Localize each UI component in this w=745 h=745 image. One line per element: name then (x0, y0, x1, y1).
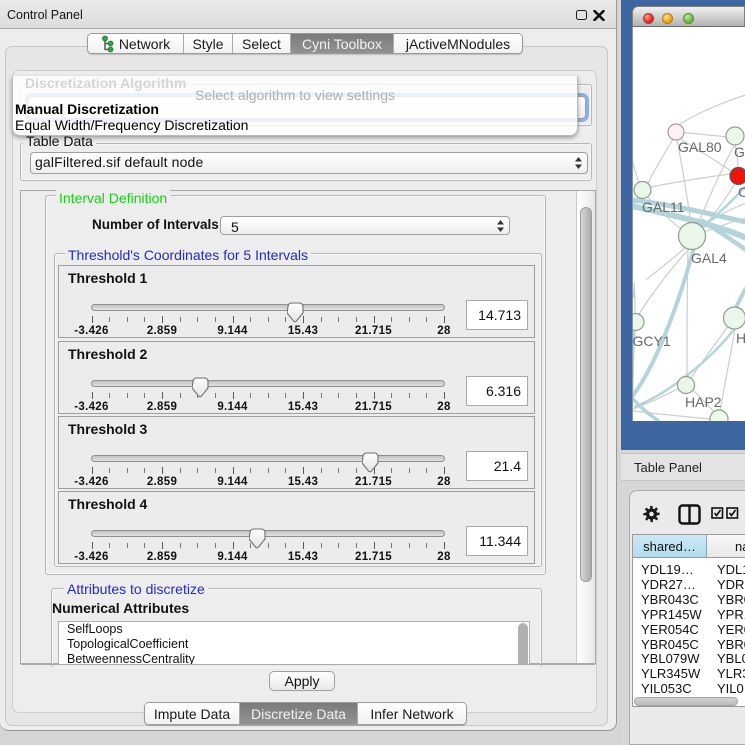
svg-text:GA: GA (734, 144, 745, 160)
svg-text:GAL4: GAL4 (691, 250, 727, 266)
svg-text:GAL80: GAL80 (678, 139, 722, 155)
svg-text:HAP2: HAP2 (685, 394, 722, 410)
svg-text:GCY1: GCY1 (633, 333, 671, 349)
svg-text:HI: HI (736, 330, 745, 346)
svg-text:C: C (738, 184, 745, 200)
svg-text:GAL11: GAL11 (642, 199, 685, 215)
